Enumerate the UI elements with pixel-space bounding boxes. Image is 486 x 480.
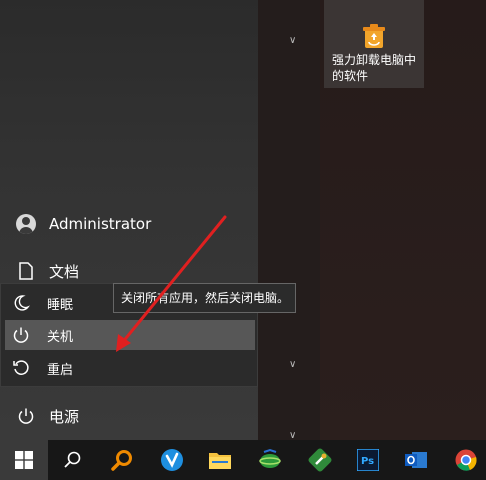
restart-label: 重启	[47, 362, 74, 378]
svg-text:Ps: Ps	[361, 456, 374, 467]
folder-icon[interactable]	[208, 448, 232, 472]
taskbar: Ps	[0, 440, 486, 480]
restart-icon	[9, 359, 33, 377]
shutdown-menu-item[interactable]: 关机	[5, 320, 255, 350]
blue-v-icon[interactable]	[160, 448, 184, 472]
windows-logo-icon	[15, 451, 33, 469]
power-icon	[9, 326, 33, 344]
start-menu-tiles-area	[258, 0, 320, 440]
user-name: Administrator	[49, 215, 152, 233]
outlook-icon[interactable]	[404, 448, 428, 472]
recycle-uninstall-icon	[362, 24, 386, 50]
orange-magnifier-icon[interactable]	[110, 448, 134, 472]
green-globe-icon[interactable]	[258, 448, 282, 472]
photoshop-icon[interactable]: Ps	[356, 448, 380, 472]
shutdown-label: 关机	[47, 329, 74, 345]
document-icon	[14, 262, 38, 280]
power-button[interactable]: 电源	[0, 396, 258, 436]
chevron-down-icon[interactable]: ∨	[289, 360, 296, 370]
documents-label: 文档	[49, 262, 80, 281]
chrome-icon[interactable]	[454, 448, 478, 472]
moon-icon	[9, 294, 33, 312]
sleep-label: 睡眠	[47, 297, 74, 313]
app-tile-label: 强力卸载电脑中的软件	[332, 53, 417, 83]
user-avatar-icon	[14, 214, 38, 234]
restart-menu-item[interactable]: 重启	[5, 353, 255, 383]
power-label: 电源	[49, 407, 80, 426]
shutdown-tooltip: 关闭所有应用，然后关闭电脑。	[113, 283, 296, 313]
green-wrench-icon[interactable]	[308, 448, 332, 472]
search-icon[interactable]	[60, 448, 84, 472]
start-button[interactable]	[0, 440, 48, 480]
chevron-down-icon[interactable]: ∨	[289, 36, 296, 46]
uninstall-app-tile[interactable]: 强力卸载电脑中的软件	[324, 0, 424, 88]
user-account-item[interactable]: Administrator	[0, 204, 258, 244]
power-icon	[14, 407, 38, 425]
